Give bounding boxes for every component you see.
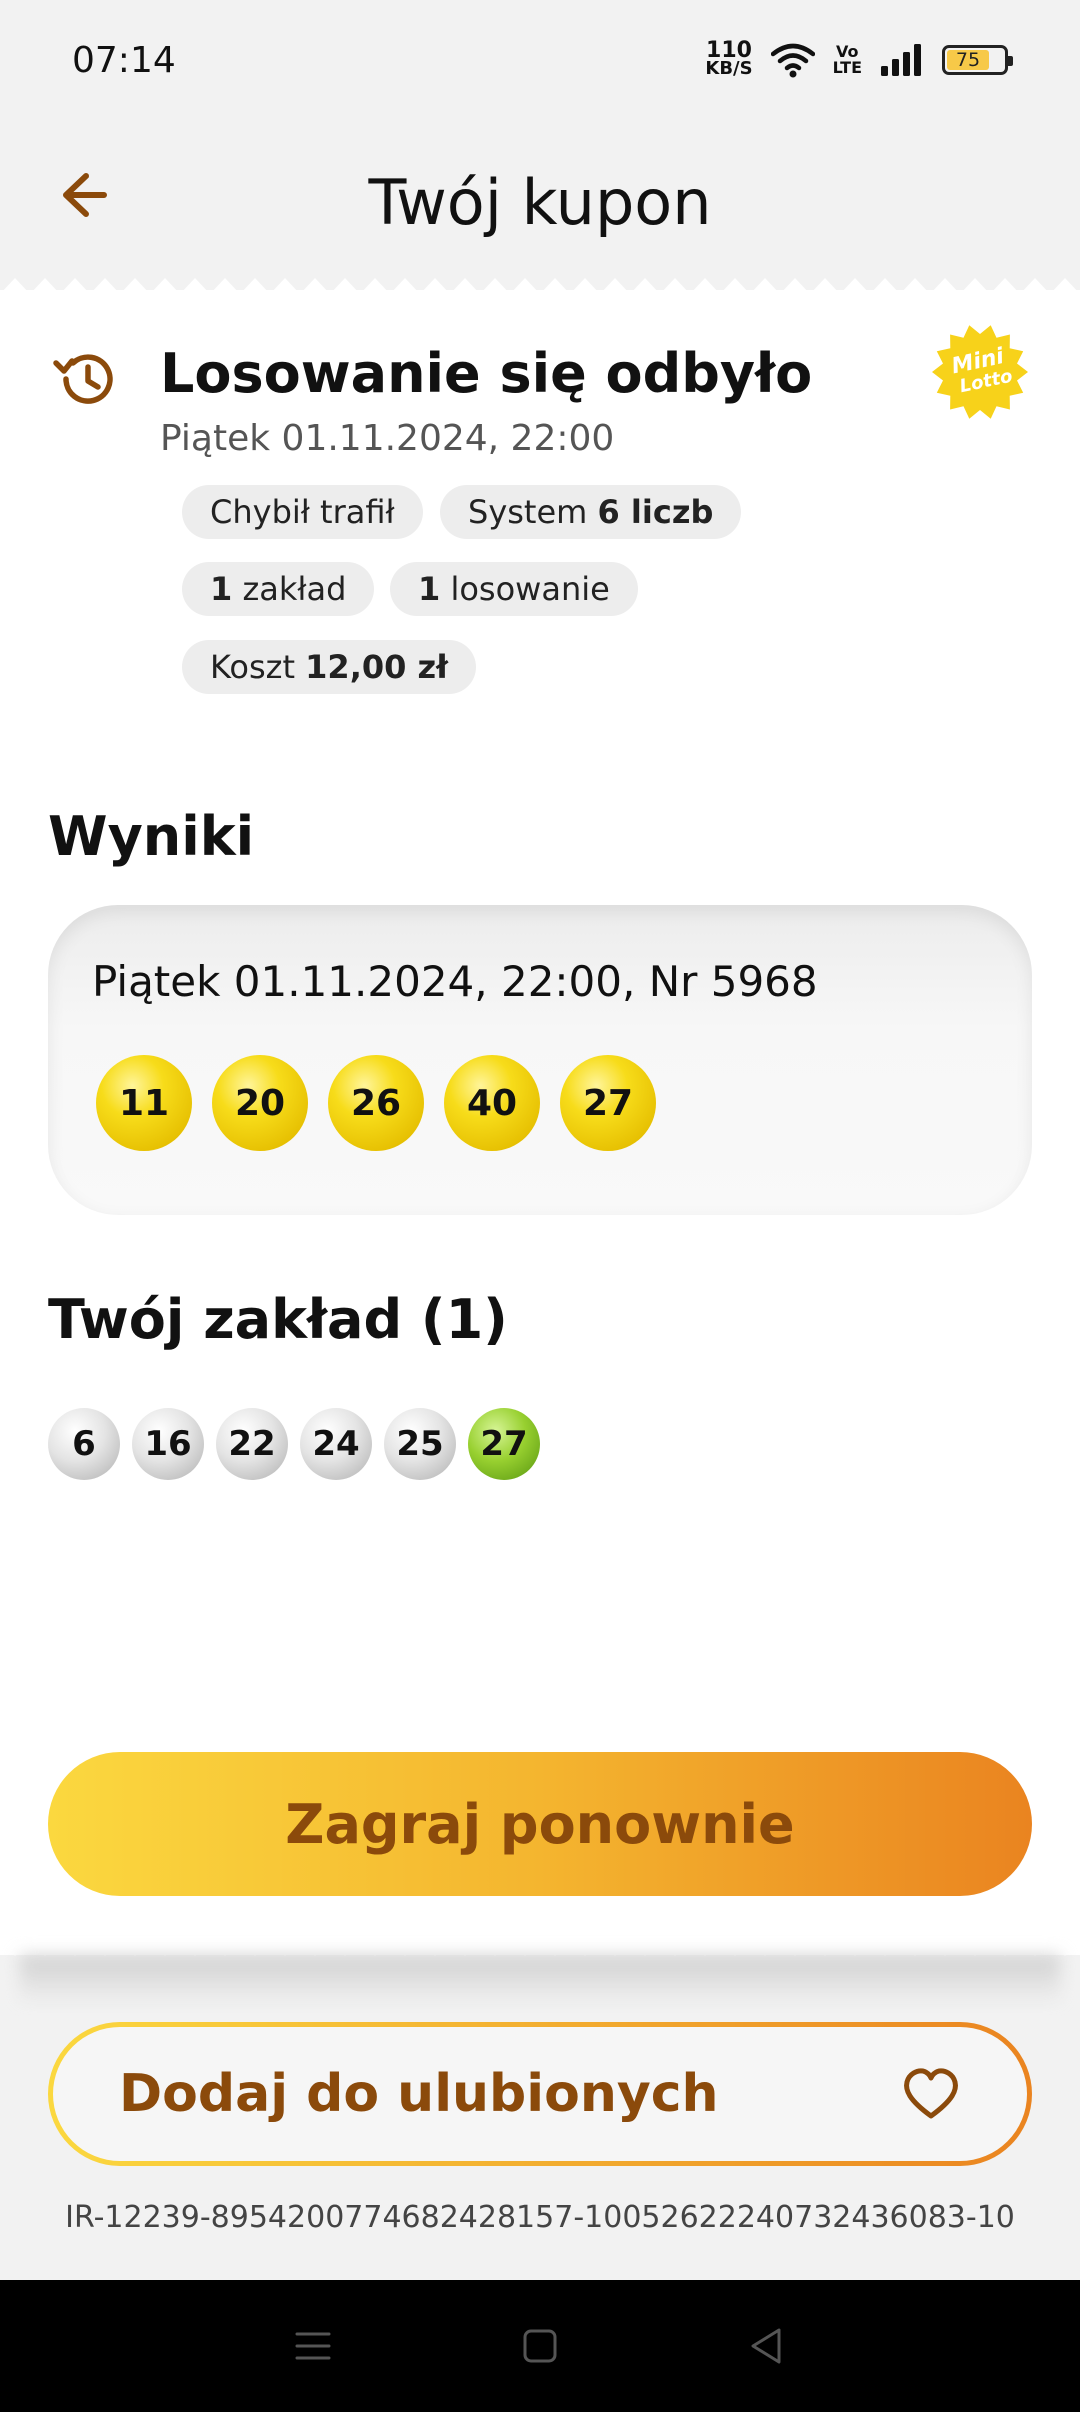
signal-icon [881,44,921,76]
results-balls: 11 20 26 40 27 [96,1055,656,1151]
app-header: Twój kupon [0,120,1080,285]
battery-icon: 75 [942,45,1013,75]
page-title: Twój kupon [368,166,712,239]
minilotto-logo: Mini Lotto [932,325,1028,419]
bet-ball: 25 [384,1408,456,1480]
coupon-id: IR-12239-895420077468242815­7-1005262224… [65,2200,1015,2235]
bet-ball-matched: 27 [468,1408,540,1480]
result-ball: 20 [212,1055,308,1151]
bet-ball: 24 [300,1408,372,1480]
bet-ball: 6 [48,1408,120,1480]
bet-balls: 6 16 22 24 25 27 [48,1408,540,1480]
status-bar: 07:14 110 KB/S Vo LTE 75 [0,0,1080,120]
menu-icon[interactable] [289,2322,337,2370]
draw-date: Piątek 01.11.2024, 22:00 [160,418,615,459]
play-again-button[interactable]: Zagraj ponownie [48,1752,1032,1896]
result-ball: 40 [444,1055,540,1151]
chip-cost: Koszt 12,00 zł [182,640,477,694]
status-time: 07:14 [72,39,176,81]
network-speed: 110 KB/S [705,38,753,79]
draw-info: Piątek 01.11.2024, 22:00, Nr 5968 [92,957,818,1006]
bet-ball: 22 [216,1408,288,1480]
battery-level: 75 [947,49,989,71]
heart-icon [904,2068,958,2119]
chip-quick-pick: Chybił trafił [182,485,423,539]
results-card: Piątek 01.11.2024, 22:00, Nr 5968 11 20 … [48,905,1032,1215]
draw-status: Losowanie się odbyło [160,342,813,405]
chip-system: System 6 liczb [440,485,742,539]
back-arrow-icon[interactable] [52,162,118,228]
back-nav-icon[interactable] [743,2322,791,2370]
bet-ball: 16 [132,1408,204,1480]
favorite-label: Dodaj do ulubionych [119,2064,719,2124]
history-icon [53,354,113,404]
result-ball: 27 [560,1055,656,1151]
chip-draws: 1 losowanie [390,562,638,616]
result-ball: 26 [328,1055,424,1151]
chip-bets: 1 zakład [182,562,375,616]
status-icons: 110 KB/S Vo LTE 75 [705,38,1013,79]
bet-title: Twój zakład (1) [48,1288,508,1351]
volte-indicator: Vo LTE [832,42,862,77]
system-nav-bar [0,2280,1080,2412]
results-title: Wyniki [48,805,255,868]
result-ball: 11 [96,1055,192,1151]
ticket-shadow [20,1955,1060,2005]
add-to-favorites-button[interactable]: Dodaj do ulubionych [48,2022,1032,2166]
wifi-icon [770,43,815,78]
home-icon[interactable] [516,2322,564,2370]
